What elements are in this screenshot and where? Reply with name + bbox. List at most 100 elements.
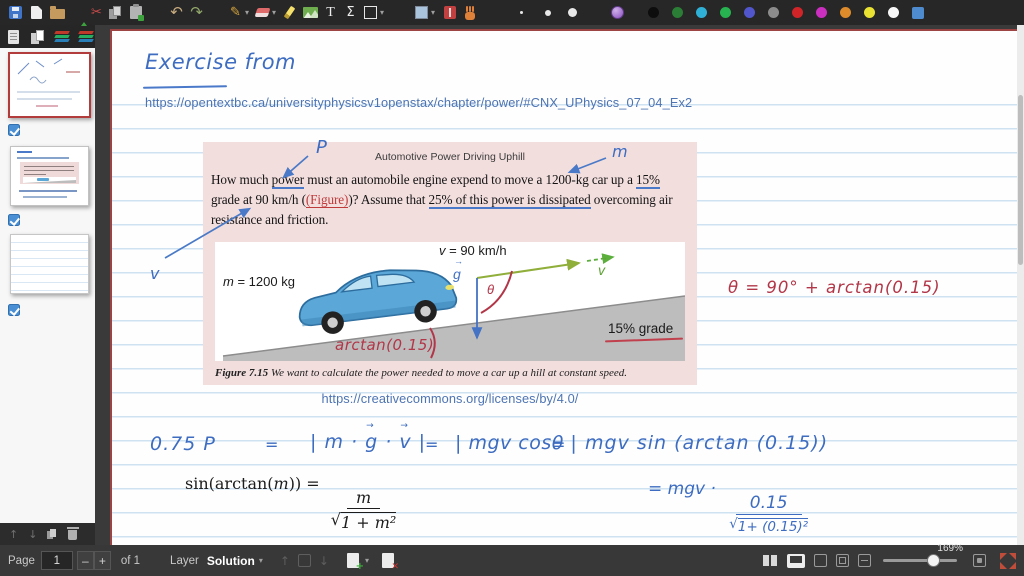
color-yellow[interactable] bbox=[864, 7, 876, 18]
zoom-slider[interactable]: 169% bbox=[883, 543, 963, 567]
color-gray[interactable] bbox=[768, 7, 780, 18]
source-url-text[interactable]: https://opentextbc.ca/universityphysicsv… bbox=[145, 95, 692, 110]
expand-arrow-icon bbox=[1000, 552, 1007, 560]
annotate-pdf-button[interactable] bbox=[814, 554, 827, 567]
zoom-slider-handle[interactable] bbox=[927, 553, 940, 567]
layer-merge-button[interactable] bbox=[297, 554, 311, 567]
vertical-space-button[interactable] bbox=[441, 2, 458, 23]
canvas-area: Exercise from https://opentextbc.ca/univ… bbox=[95, 25, 1024, 545]
page-3-checkbox[interactable] bbox=[8, 304, 20, 316]
fullscreen-button[interactable] bbox=[836, 554, 849, 567]
document-outline-icon bbox=[8, 29, 19, 44]
typeset-formula[interactable]: sin(arctan(m)) = m √ 1 + m² bbox=[185, 474, 397, 532]
scrollbar-thumb[interactable] bbox=[1018, 95, 1023, 265]
math-tex-button[interactable]: Σ bbox=[342, 2, 359, 23]
eraser-tool-button[interactable] bbox=[254, 2, 271, 23]
zoom-value: 169% bbox=[937, 543, 963, 554]
expand-corner-button[interactable] bbox=[1000, 552, 1016, 569]
gravity-vector-label: g bbox=[453, 256, 463, 282]
layer-select[interactable]: Solution bbox=[207, 554, 255, 568]
page-2-checkbox[interactable] bbox=[8, 214, 20, 226]
presentation-mode-button[interactable] bbox=[787, 553, 805, 568]
move-page-up-button[interactable]: ↑ bbox=[9, 529, 18, 540]
eraser-options-caret-icon[interactable]: ▾ bbox=[272, 8, 276, 17]
pen-options-caret-icon[interactable]: ▾ bbox=[245, 8, 249, 17]
page-thumbnail-1[interactable] bbox=[8, 52, 91, 118]
color-picker-button[interactable] bbox=[912, 6, 925, 19]
eq-sign-3: = bbox=[552, 435, 566, 454]
delete-page-button[interactable] bbox=[66, 527, 79, 540]
pen-size-fine-button[interactable] bbox=[513, 2, 530, 23]
layer-select-caret-icon[interactable]: ▾ bbox=[259, 556, 263, 565]
highlighter-tool-button[interactable] bbox=[281, 2, 298, 23]
fill-options-caret-icon[interactable]: ▾ bbox=[431, 8, 435, 17]
hand-tool-button[interactable] bbox=[462, 2, 479, 23]
copy-page-button[interactable] bbox=[47, 528, 58, 540]
license-url-text[interactable]: https://creativecommons.org/licenses/by/… bbox=[203, 391, 697, 406]
expand-arrow-icon bbox=[1000, 561, 1007, 569]
move-page-down-button[interactable]: ↓ bbox=[28, 529, 37, 540]
figure-link[interactable]: (Figure) bbox=[305, 192, 348, 208]
shape-options-caret-icon[interactable]: ▾ bbox=[380, 8, 384, 17]
insert-image-button[interactable] bbox=[302, 2, 319, 23]
document-page[interactable]: Exercise from https://opentextbc.ca/univ… bbox=[110, 29, 1024, 545]
annotation-v: v bbox=[150, 264, 160, 283]
next-layer-button[interactable]: ↓ bbox=[319, 555, 329, 567]
delete-page-button-status[interactable]: ✕ bbox=[381, 553, 399, 572]
zoom-reset-button[interactable] bbox=[973, 554, 986, 567]
fill-color-button[interactable] bbox=[413, 2, 430, 23]
page-thumbnail-3[interactable] bbox=[10, 234, 89, 294]
grade-label: 15% grade bbox=[608, 321, 674, 336]
tab-page-previews[interactable] bbox=[29, 26, 46, 47]
redo-button[interactable]: ↷ bbox=[188, 2, 205, 23]
problem-text-line3: resistance and friction. bbox=[211, 212, 329, 227]
undo-button[interactable]: ↶ bbox=[168, 2, 185, 23]
fit-width-button[interactable] bbox=[858, 554, 871, 567]
shape-recognizer-button[interactable] bbox=[609, 2, 626, 23]
dual-page-view-button[interactable] bbox=[763, 554, 778, 567]
page-number-input[interactable]: 1 bbox=[40, 551, 73, 570]
color-cyan[interactable] bbox=[696, 7, 708, 18]
copy-button[interactable] bbox=[107, 2, 124, 23]
color-red[interactable] bbox=[792, 7, 804, 18]
tab-contents[interactable] bbox=[5, 26, 22, 47]
shape-tool-button[interactable] bbox=[362, 2, 379, 23]
problem-text-line2: grade at 90 km/h ((Figure))? Assume that… bbox=[211, 192, 673, 209]
color-orange[interactable] bbox=[840, 7, 852, 18]
text-tool-button[interactable]: T bbox=[322, 2, 339, 23]
prev-layer-button[interactable]: ↑ bbox=[280, 555, 290, 567]
new-document-button[interactable] bbox=[28, 2, 45, 23]
tab-layer-tree[interactable] bbox=[77, 22, 94, 47]
main-toolbar: ✂ ↶ ↷ ✎ ▾ ▾ T Σ ▾ ▾ bbox=[0, 0, 1024, 25]
pen-size-medium-button[interactable] bbox=[539, 2, 556, 23]
eq-sign-2: = bbox=[425, 435, 439, 454]
app-window: ✂ ↶ ↷ ✎ ▾ ▾ T Σ ▾ ▾ ↑ ↓ Exercise from ht… bbox=[0, 0, 1024, 576]
save-button[interactable] bbox=[7, 2, 24, 23]
color-indigo[interactable] bbox=[744, 7, 756, 18]
page-1-checkbox[interactable] bbox=[8, 124, 20, 136]
page-thumbnail-2[interactable] bbox=[10, 146, 89, 206]
open-button[interactable] bbox=[49, 2, 66, 23]
tab-layers[interactable] bbox=[53, 26, 70, 47]
page-increment-button[interactable]: + bbox=[93, 551, 111, 570]
color-white[interactable] bbox=[888, 7, 900, 18]
vertical-scrollbar[interactable] bbox=[1017, 25, 1024, 545]
medium-dot-icon bbox=[544, 9, 551, 16]
pen-size-thick-button[interactable] bbox=[564, 2, 581, 23]
color-black[interactable] bbox=[648, 7, 660, 18]
color-magenta[interactable] bbox=[816, 7, 828, 18]
page-decrement-button[interactable]: – bbox=[76, 551, 94, 570]
eq-term-1: | m · g · v | bbox=[310, 421, 426, 453]
add-page-button[interactable]: + bbox=[346, 553, 364, 572]
redo-icon: ↷ bbox=[190, 3, 203, 21]
cut-button[interactable]: ✂ bbox=[88, 2, 105, 23]
sidebar: ▾ bbox=[0, 22, 105, 545]
pen-tool-button[interactable]: ✎ bbox=[227, 2, 244, 23]
add-page-caret-icon[interactable]: ▾ bbox=[365, 556, 369, 565]
thumbnail-1-sketch bbox=[17, 58, 80, 107]
status-bar: Page 1 – + of 1 Layer Solution ▾ ↑ ↓ + ▾… bbox=[0, 543, 1024, 576]
paste-button[interactable] bbox=[127, 2, 144, 23]
handwritten-heading: Exercise from bbox=[145, 50, 296, 74]
color-green[interactable] bbox=[720, 7, 732, 18]
color-dark-green[interactable] bbox=[672, 7, 684, 18]
